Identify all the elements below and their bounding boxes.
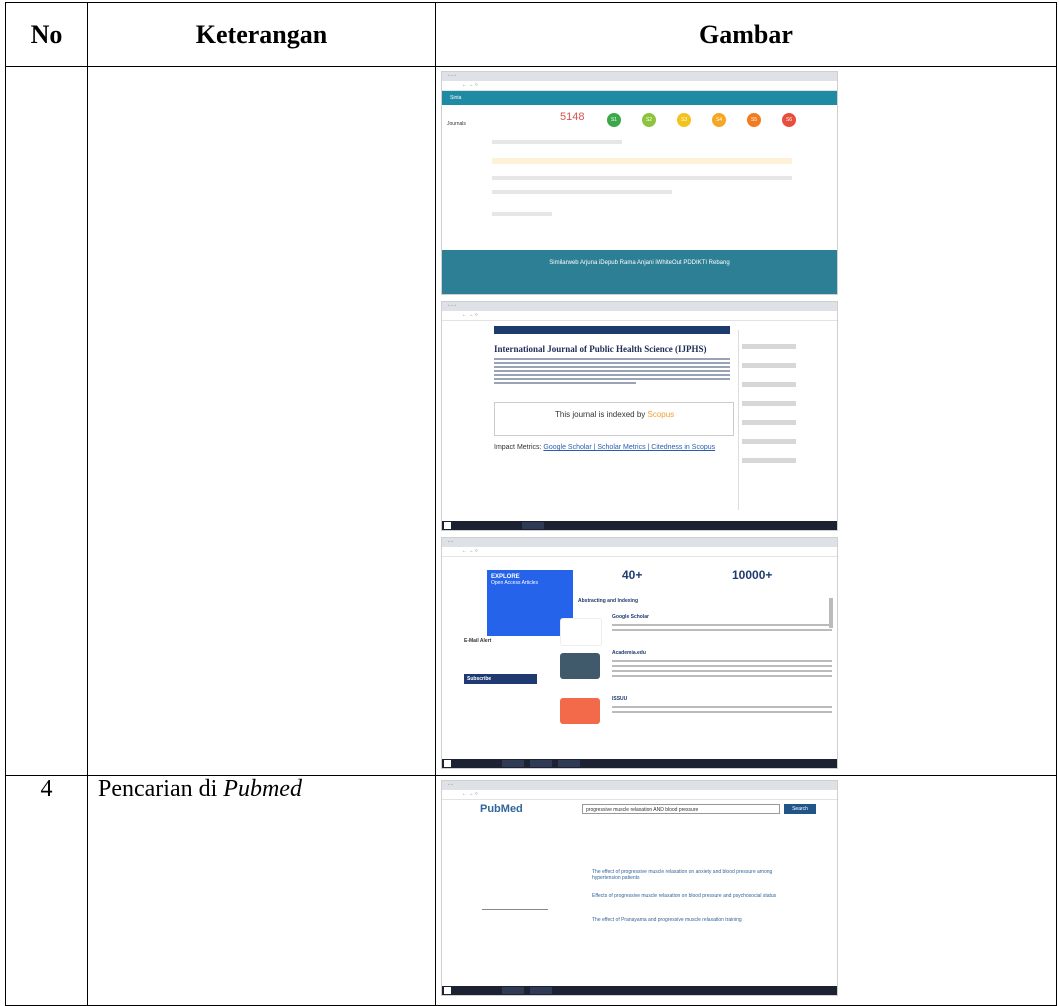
email-alert-label: E-Mail Alert [464, 638, 492, 644]
sinta-footer: Similarweb Arjuna iDepub Rama Anjani iWh… [442, 250, 837, 294]
sinta-screenshot: ◦ ◦ ◦ ← → ○ Sinta Journals 5148 S1 S2 S3… [441, 71, 838, 295]
impact-metrics: Impact Metrics: Google Scholar | Scholar… [494, 444, 715, 451]
subscribe-button: Subscribe [464, 674, 537, 684]
address-bar: ← → ○ [442, 790, 837, 800]
row-4-no: 4 [5, 775, 88, 1006]
browser-tabs: ◦ ◦ [442, 538, 837, 547]
address-bar: ← → ○ [442, 81, 837, 91]
row-3-keterangan [87, 66, 436, 776]
google-logo [560, 618, 602, 646]
header-keterangan: Keterangan [87, 2, 436, 67]
browser-tabs: ◦ ◦ ◦ [442, 302, 837, 311]
result-2: Effects of progressive muscle relaxation… [592, 893, 777, 899]
address-bar: ← → ○ [442, 547, 837, 557]
row-4-images: ◦ ◦ ← → ○ PubMed progressive muscle rela… [435, 775, 1057, 1006]
scopus-banner: This journal is indexed by Scopus [494, 402, 734, 436]
row-3-images: ◦ ◦ ◦ ← → ○ Sinta Journals 5148 S1 S2 S3… [435, 66, 1057, 776]
impact-label: Impact Metrics: [494, 444, 544, 451]
s1-circle: S1 [607, 113, 621, 127]
row-3-no [5, 66, 88, 776]
indexing-screenshot: ◦ ◦ ← → ○ EXPLORE Open Access Articles 4… [441, 537, 838, 769]
sinta-navbar: Sinta [442, 91, 837, 105]
pubmed-screenshot: ◦ ◦ ← → ○ PubMed progressive muscle rela… [441, 780, 838, 996]
scopus-text: Scopus [647, 410, 675, 419]
s3-circle: S3 [677, 113, 691, 127]
sinta-header: Journals 5148 S1 S2 S3 S4 S5 S6 [442, 105, 837, 143]
scrollbar [829, 598, 833, 628]
row-4-keterangan: Pencarian di Pubmed [87, 775, 436, 1006]
browser-tabs: ◦ ◦ ◦ [442, 72, 837, 81]
browser-tabs: ◦ ◦ [442, 781, 837, 790]
sinta-brand: Sinta [450, 95, 462, 101]
pubmed-search-input: progressive muscle relaxation AND blood … [582, 804, 780, 814]
ijphs-navbar [494, 326, 730, 334]
document-table: No Keterangan Gambar ◦ ◦ ◦ ← → ○ Sinta J… [5, 2, 1057, 1006]
s2-circle: S2 [642, 113, 656, 127]
address-bar: ← → ○ [442, 311, 837, 321]
academia-logo [560, 653, 600, 679]
result-1: The effect of progressive muscle relaxat… [592, 869, 773, 881]
stat-journals: 40+ [622, 568, 643, 582]
s6-circle: S6 [782, 113, 796, 127]
journal-count: 5148 [560, 111, 585, 123]
google-scholar-label: Google Scholar [612, 614, 649, 620]
issuu-logo [560, 698, 600, 724]
header-no: No [5, 2, 88, 67]
s4-circle: S4 [712, 113, 726, 127]
pubmed-logo: PubMed [480, 803, 523, 815]
s5-circle: S5 [747, 113, 761, 127]
ijphs-screenshot: ◦ ◦ ◦ ← → ○ International Journal of Pub… [441, 301, 838, 531]
result-3: The effect of Pranayama and progressive … [592, 917, 742, 923]
abstracting-heading: Abstracting and Indexing [578, 598, 639, 604]
sinta-results [492, 140, 792, 240]
taskbar [442, 986, 837, 995]
taskbar [442, 759, 837, 768]
stat-views: 10000+ [732, 568, 773, 582]
ijphs-title: International Journal of Public Health S… [494, 344, 707, 354]
pubmed-search-button: Search [784, 804, 816, 814]
impact-links: Google Scholar | Scholar Metrics | Cited… [543, 444, 716, 451]
ijphs-description [494, 358, 730, 386]
explore-subtitle: Open Access Articles [491, 580, 538, 586]
banner-text: This journal is indexed by [555, 410, 648, 419]
header-gambar: Gambar [435, 2, 1057, 67]
academia-label: Academia.edu [612, 650, 646, 656]
ijphs-sidebar [738, 330, 799, 510]
journals-label: Journals [447, 121, 466, 127]
taskbar [442, 521, 837, 530]
issuu-label: ISSUU [612, 696, 628, 702]
results-histogram [482, 879, 548, 910]
